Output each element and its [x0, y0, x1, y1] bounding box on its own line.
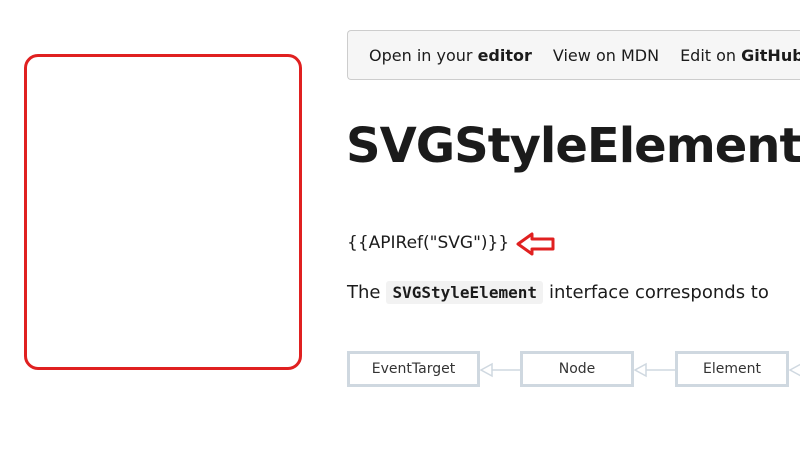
page-title: SVGStyleElement — [346, 118, 800, 174]
intro-prefix: The — [347, 282, 381, 303]
inheritance-arrow-icon — [479, 362, 520, 378]
intro-paragraph: The SVGStyleElement interface correspond… — [347, 281, 769, 304]
inheritance-node-node[interactable]: Node — [520, 351, 634, 387]
page: Open in your editor View on MDN Edit on … — [0, 0, 800, 457]
edit-on-github-link[interactable]: Edit on GitHub — [680, 46, 800, 65]
edit-bold: GitHub — [741, 45, 800, 65]
inheritance-node-eventtarget[interactable]: EventTarget — [347, 351, 480, 387]
open-in-editor-link[interactable]: Open in your editor — [369, 46, 532, 65]
red-highlight-box — [24, 54, 302, 370]
apiref-text: {{APIRef("SVG")}} — [347, 233, 510, 253]
page-actions-toolbar: Open in your editor View on MDN Edit on … — [347, 30, 800, 80]
intro-suffix: interface corresponds to — [548, 282, 769, 303]
apiref-macro: {{APIRef("SVG")}} — [347, 228, 557, 258]
intro-code: SVGStyleElement — [386, 281, 543, 304]
view-on-mdn-link[interactable]: View on MDN — [553, 46, 659, 65]
edit-prefix: Edit on — [680, 45, 742, 65]
inheritance-diagram: EventTarget Node Element — [347, 350, 800, 390]
inheritance-arrow-icon — [633, 362, 676, 378]
open-editor-prefix: Open in your — [369, 45, 478, 65]
inheritance-arrow-icon — [788, 363, 800, 377]
open-editor-bold: editor — [477, 45, 532, 65]
red-arrow-left-icon — [516, 232, 555, 256]
inheritance-node-element[interactable]: Element — [675, 351, 789, 387]
